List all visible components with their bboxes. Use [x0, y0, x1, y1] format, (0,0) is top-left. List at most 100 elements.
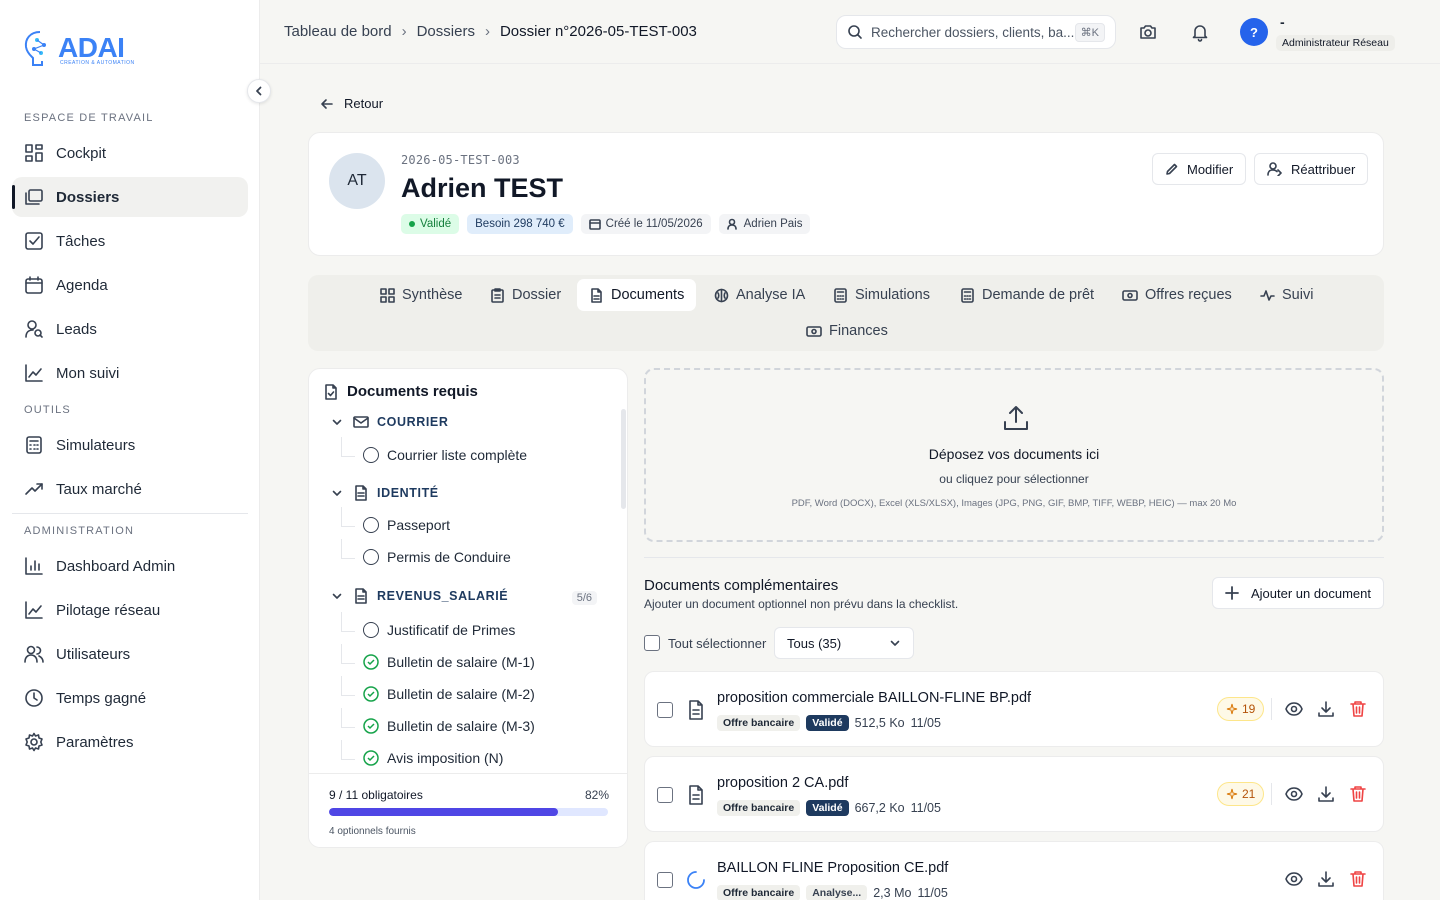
- sidebar-item-simulateurs[interactable]: Simulateurs: [12, 425, 248, 465]
- document-name[interactable]: proposition commerciale BAILLON-FLINE BP…: [717, 690, 1031, 706]
- tab-dossier[interactable]: Dossier: [478, 279, 573, 311]
- status-label: Validé: [420, 218, 452, 230]
- tab-simulations[interactable]: Simulations: [821, 279, 942, 311]
- breadcrumb-dossiers[interactable]: Dossiers: [417, 23, 475, 40]
- select-all[interactable]: Tout sélectionner: [644, 635, 766, 651]
- trash-icon[interactable]: [1349, 785, 1367, 803]
- file-text-icon: [689, 785, 703, 805]
- required-item-label: Permis de Conduire: [387, 549, 511, 565]
- add-document-button[interactable]: Ajouter un document: [1212, 577, 1384, 609]
- sidebar-item-agenda[interactable]: Agenda: [12, 265, 248, 305]
- sidebar-item-mon-suivi[interactable]: Mon suivi: [12, 353, 248, 393]
- required-item[interactable]: Permis de Conduire: [341, 539, 511, 565]
- edit-button[interactable]: Modifier: [1152, 153, 1247, 185]
- eye-icon[interactable]: [1285, 700, 1303, 718]
- sidebar-divider: [12, 513, 248, 514]
- user-avatar[interactable]: ?: [1240, 18, 1268, 46]
- bell-icon[interactable]: [1190, 22, 1210, 42]
- file-size: 512,5 Ko: [854, 716, 905, 730]
- document-row[interactable]: proposition 2 CA.pdf Offre bancaire Vali…: [644, 756, 1384, 832]
- sidebar-item-label: Agenda: [56, 276, 108, 294]
- tab-suivi[interactable]: Suivi: [1248, 279, 1325, 311]
- tab-finances[interactable]: Finances: [794, 315, 900, 347]
- select-all-checkbox[interactable]: [644, 635, 660, 651]
- tab-analyse-ia[interactable]: Analyse IA: [702, 279, 817, 311]
- clipboard-icon: [491, 287, 504, 303]
- breadcrumb-dashboard[interactable]: Tableau de bord: [284, 23, 392, 40]
- group-identite[interactable]: IDENTITÉ: [331, 485, 439, 501]
- advisor-badge: Adrien Pais: [718, 214, 811, 234]
- edit-label: Modifier: [1187, 161, 1234, 177]
- sidebar-item-dossiers[interactable]: Dossiers: [12, 177, 248, 217]
- check-circle-icon: [363, 686, 379, 702]
- tab-offres-recues[interactable]: Offres reçues: [1110, 279, 1244, 311]
- logo[interactable]: ADAI CREATION & AUTOMATION: [22, 28, 134, 68]
- tab-label: Analyse IA: [736, 287, 806, 303]
- document-row[interactable]: proposition commerciale BAILLON-FLINE BP…: [644, 671, 1384, 747]
- required-item[interactable]: Avis imposition (N): [341, 740, 503, 766]
- line-chart-icon: [25, 601, 43, 619]
- sidebar-item-utilisateurs[interactable]: Utilisateurs: [12, 634, 248, 674]
- complementary-subtitle: Ajouter un document optionnel non prévu …: [644, 597, 959, 611]
- collapse-sidebar-button[interactable]: [247, 79, 271, 103]
- sidebar-item-temps-gagne[interactable]: Temps gagné: [12, 678, 248, 718]
- ai-score-badge[interactable]: 19: [1217, 697, 1265, 721]
- required-item[interactable]: Bulletin de salaire (M-1): [341, 644, 535, 670]
- camera-icon[interactable]: [1138, 22, 1158, 42]
- required-item[interactable]: Courrier liste complète: [341, 437, 527, 463]
- required-item[interactable]: Passeport: [341, 507, 450, 533]
- download-icon[interactable]: [1317, 870, 1335, 888]
- search-input[interactable]: Rechercher dossiers, clients, ba... ⌘K: [836, 15, 1116, 49]
- sidebar-item-pilotage-reseau[interactable]: Pilotage réseau: [12, 590, 248, 630]
- user-search-icon: [25, 320, 43, 338]
- document-name[interactable]: proposition 2 CA.pdf: [717, 775, 848, 791]
- progress-percent: 82%: [584, 788, 609, 802]
- sidebar-item-cockpit[interactable]: Cockpit: [12, 133, 248, 173]
- sidebar-item-parametres[interactable]: Paramètres: [12, 722, 248, 762]
- bar-chart-icon: [25, 557, 43, 575]
- tab-synthese[interactable]: Synthèse: [368, 279, 474, 311]
- back-button[interactable]: Retour: [320, 96, 383, 111]
- required-item[interactable]: Bulletin de salaire (M-2): [341, 676, 535, 702]
- reassign-button[interactable]: Réattribuer: [1254, 153, 1369, 185]
- sidebar-item-label: Simulateurs: [56, 436, 136, 454]
- trash-icon[interactable]: [1349, 700, 1367, 718]
- sidebar-item-leads[interactable]: Leads: [12, 309, 248, 349]
- download-icon[interactable]: [1317, 700, 1335, 718]
- sidebar-item-dashboard-admin[interactable]: Dashboard Admin: [12, 546, 248, 586]
- banknote-icon: [1122, 289, 1138, 301]
- tab-documents[interactable]: Documents: [577, 279, 697, 311]
- document-checkbox[interactable]: [657, 787, 673, 803]
- document-checkbox[interactable]: [657, 872, 673, 888]
- dropzone-title: Déposez vos documents ici: [928, 446, 1100, 462]
- document-checkbox[interactable]: [657, 702, 673, 718]
- document-filter-select[interactable]: Tous (35): [774, 627, 914, 659]
- trash-icon[interactable]: [1349, 870, 1367, 888]
- sidebar-item-taux-marche[interactable]: Taux marché: [12, 469, 248, 509]
- document-row[interactable]: BAILLON FLINE Proposition CE.pdf Offre b…: [644, 841, 1384, 900]
- circle-icon: [363, 622, 379, 638]
- eye-icon[interactable]: [1285, 785, 1303, 803]
- loading-spinner-icon: [687, 871, 705, 889]
- document-name[interactable]: BAILLON FLINE Proposition CE.pdf: [717, 860, 948, 876]
- upload-dropzone[interactable]: Déposez vos documents ici ou cliquez pou…: [644, 368, 1384, 542]
- top-header: Tableau de bord › Dossiers › Dossier n°2…: [260, 0, 1440, 64]
- required-item[interactable]: Bulletin de salaire (M-3): [341, 708, 535, 734]
- required-item-label: Bulletin de salaire (M-1): [387, 654, 535, 670]
- calculator-icon: [961, 287, 974, 303]
- file-date: 11/05: [917, 886, 948, 900]
- chevron-down-icon: [890, 640, 900, 646]
- sidebar-item-taches[interactable]: Tâches: [12, 221, 248, 261]
- tab-demande-pret[interactable]: Demande de prêt: [948, 279, 1106, 311]
- ai-score-badge[interactable]: 21: [1217, 782, 1265, 806]
- eye-icon[interactable]: [1285, 870, 1303, 888]
- advisor-label: Adrien Pais: [743, 218, 803, 230]
- download-icon[interactable]: [1317, 785, 1335, 803]
- sparkle-icon: [1226, 788, 1238, 800]
- created-badge: Créé le 11/05/2026: [580, 214, 711, 234]
- required-item[interactable]: Justificatif de Primes: [341, 612, 515, 638]
- group-revenus-salarie[interactable]: REVENUS_SALARIÉ: [331, 588, 508, 604]
- group-courrier[interactable]: COURRIER: [331, 415, 448, 429]
- required-title-label: Documents requis: [347, 383, 478, 400]
- scrollbar[interactable]: [621, 409, 626, 509]
